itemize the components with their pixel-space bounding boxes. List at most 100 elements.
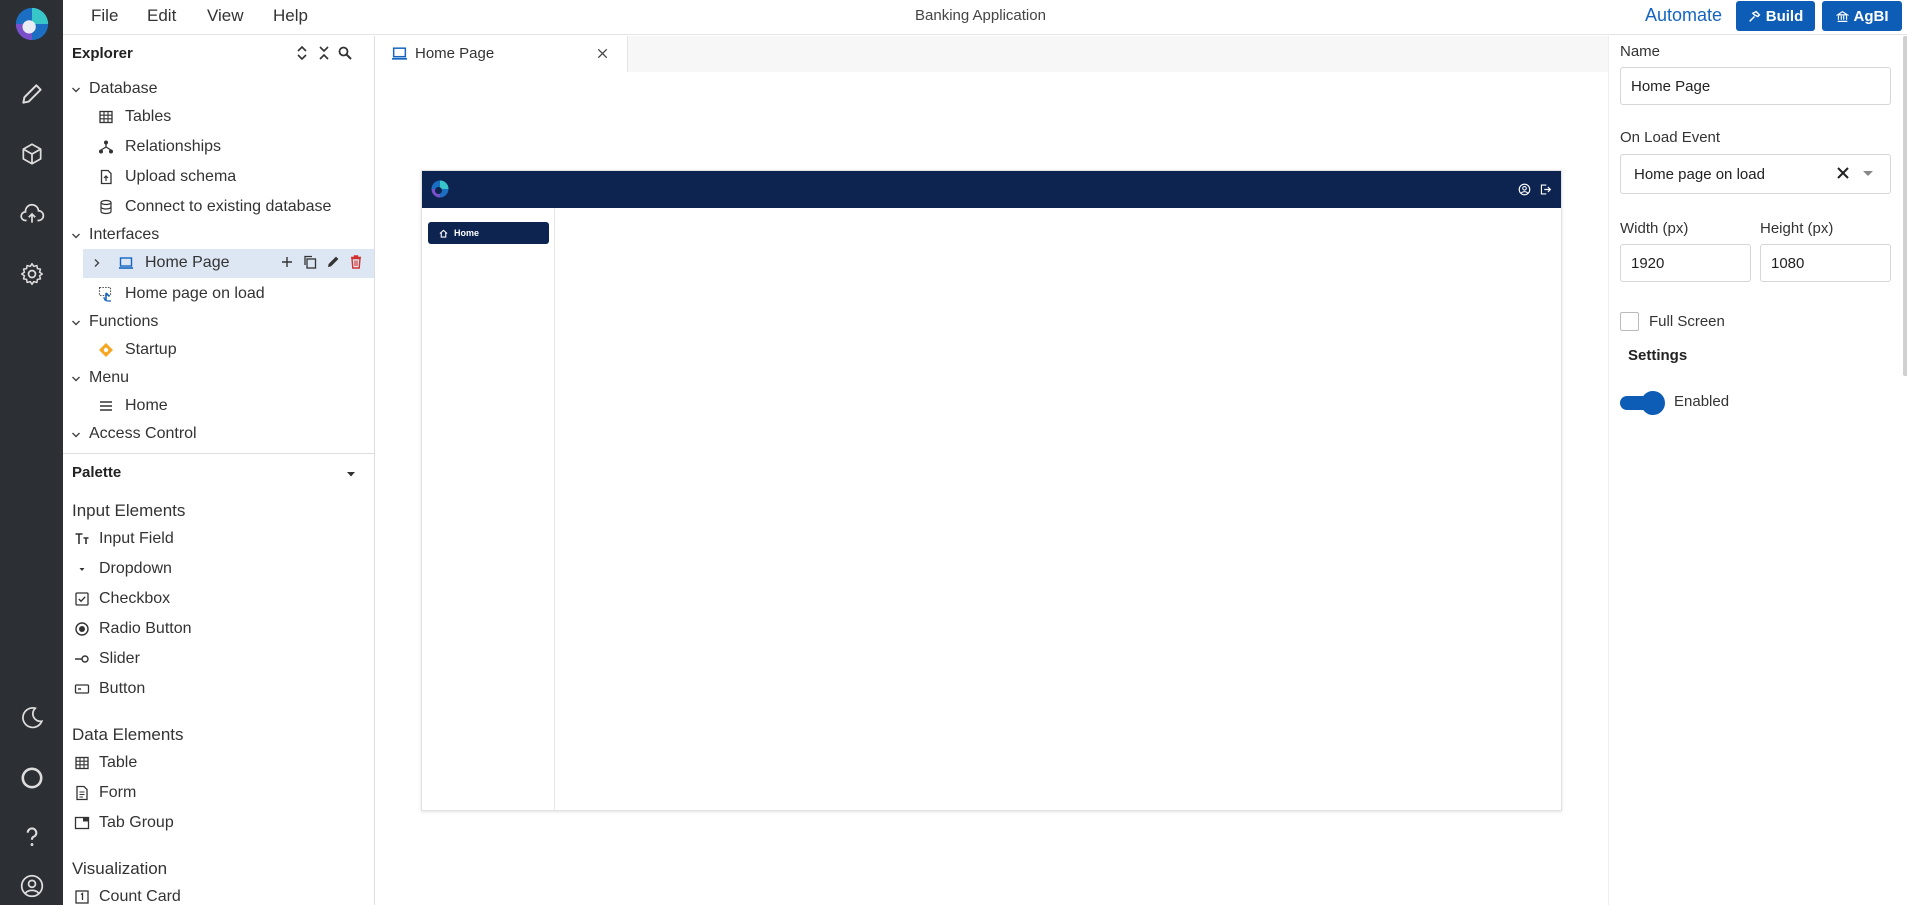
palette-item-button[interactable]: Button — [63, 676, 374, 702]
palette-item-input-field[interactable]: Input Field — [63, 526, 374, 552]
palette-item-radio-button[interactable]: Radio Button — [63, 616, 374, 642]
laptop-icon — [119, 257, 133, 269]
palette-item-dropdown[interactable]: Dropdown — [63, 556, 374, 582]
rail-edit-button[interactable] — [0, 72, 63, 116]
button-icon — [74, 684, 90, 694]
tree-section-interfaces[interactable]: Interfaces — [63, 222, 374, 249]
tree-section-access-control[interactable]: Access Control — [63, 421, 374, 448]
tree-item-menu-home[interactable]: Home — [63, 393, 374, 420]
rail-help-button[interactable] — [0, 815, 63, 859]
tree-item-tables[interactable]: Tables — [63, 104, 374, 131]
tree-item-startup[interactable]: Startup — [63, 337, 374, 364]
name-field[interactable]: Home Page — [1620, 67, 1891, 105]
chevron-down-icon — [72, 320, 80, 326]
question-icon — [26, 827, 37, 846]
palette-item-label: Form — [99, 784, 137, 801]
expand-all-icon[interactable] — [294, 45, 310, 61]
account-circle-icon[interactable] — [1518, 183, 1531, 196]
chevron-down-icon[interactable] — [1862, 170, 1874, 178]
tree-section-menu[interactable]: Menu — [63, 365, 374, 392]
dropdown-caret-icon — [79, 568, 85, 571]
height-field[interactable]: 1080 — [1760, 244, 1891, 282]
tree-item-home-page[interactable]: Home Page — [83, 249, 374, 278]
relationship-icon — [99, 140, 113, 154]
clear-icon[interactable] — [1836, 166, 1850, 180]
edit-icon[interactable] — [325, 254, 341, 270]
toggle-knob — [1641, 391, 1665, 415]
palette-item-label: Button — [99, 680, 146, 697]
palette-item-slider[interactable]: Slider — [63, 646, 374, 672]
menu-edit[interactable]: Edit — [147, 6, 176, 26]
menu-view[interactable]: View — [207, 6, 244, 26]
hammer-icon — [1748, 10, 1761, 22]
build-button[interactable]: Build — [1736, 1, 1815, 31]
chevron-down-icon — [72, 233, 80, 239]
logo-icon — [431, 180, 449, 198]
chevron-right-icon[interactable] — [91, 257, 103, 269]
canvas-nav-home[interactable]: Home — [428, 222, 549, 244]
enabled-toggle[interactable] — [1620, 391, 1666, 415]
tree-item-connect-database[interactable]: Connect to existing database — [63, 194, 374, 221]
tree-section-label: Access Control — [89, 425, 197, 442]
rail-deploy-button[interactable] — [0, 192, 63, 236]
explorer-panel: Explorer Database Tables Relationships U… — [63, 36, 375, 905]
tree-item-upload-schema[interactable]: Upload schema — [63, 164, 374, 191]
palette-item-checkbox[interactable]: Checkbox — [63, 586, 374, 612]
copy-icon[interactable] — [302, 254, 318, 270]
design-canvas[interactable]: Home — [421, 170, 1562, 811]
agbi-button[interactable]: AgBI — [1822, 1, 1902, 31]
palette-item-tab-group[interactable]: Tab Group — [63, 810, 374, 836]
properties-scrollbar[interactable] — [1903, 36, 1907, 376]
tree-section-label: Menu — [89, 369, 130, 386]
chevron-down-icon — [72, 432, 80, 438]
editor-area: Home Page Home — [376, 36, 1608, 905]
app-logo — [0, 2, 63, 46]
ring-icon — [20, 767, 43, 789]
rail-theme-button[interactable] — [0, 696, 63, 740]
palette-item-label: Table — [99, 754, 138, 771]
tree-item-home-page-on-load[interactable]: Home page on load — [63, 281, 374, 308]
properties-panel: Name Home Page On Load Event Home page o… — [1608, 36, 1907, 905]
automate-link[interactable]: Automate — [1645, 5, 1722, 26]
close-icon[interactable] — [595, 46, 610, 61]
tree-section-functions[interactable]: Functions — [63, 309, 374, 336]
palette-title[interactable]: Palette — [72, 464, 121, 481]
search-icon[interactable] — [337, 45, 353, 61]
tab-home-page[interactable]: Home Page — [376, 36, 628, 72]
tree-section-label: Functions — [89, 313, 159, 330]
moon-icon — [21, 707, 43, 729]
account-circle-icon — [20, 874, 43, 898]
palette-item-count-card[interactable]: Count Card — [63, 884, 374, 905]
pencil-icon — [21, 84, 42, 104]
delete-icon[interactable] — [348, 254, 364, 270]
chevron-down-icon — [72, 87, 80, 93]
full-screen-checkbox[interactable] — [1620, 312, 1639, 331]
rail-components-button[interactable] — [0, 132, 63, 176]
add-icon[interactable] — [279, 254, 295, 270]
chevron-down-icon — [72, 376, 80, 382]
palette-item-table[interactable]: Table — [63, 750, 374, 776]
function-icon — [99, 343, 113, 357]
on-load-select[interactable]: Home page on load — [1620, 154, 1891, 194]
logout-icon[interactable] — [1539, 183, 1552, 196]
rail-settings-button[interactable] — [0, 252, 63, 296]
palette-item-form[interactable]: Form — [63, 780, 374, 806]
tree-section-database[interactable]: Database — [63, 76, 374, 103]
tree-item-label: Connect to existing database — [125, 198, 332, 215]
caret-down-icon[interactable] — [345, 468, 357, 480]
tree-section-label: Interfaces — [89, 226, 160, 243]
tree-item-label: Home Page — [145, 254, 230, 271]
palette-item-label: Tab Group — [99, 814, 174, 831]
width-field[interactable]: 1920 — [1620, 244, 1751, 282]
tree-item-relationships[interactable]: Relationships — [63, 134, 374, 161]
explorer-header: Explorer — [63, 36, 374, 69]
rail-status-button[interactable] — [0, 756, 63, 800]
menu-help[interactable]: Help — [273, 6, 308, 26]
palette-group-input-elements: Input Elements — [72, 501, 186, 520]
radio-icon — [75, 622, 89, 636]
collapse-all-icon[interactable] — [316, 45, 332, 61]
menu-file[interactable]: File — [91, 6, 118, 26]
gear-icon — [20, 262, 43, 286]
rail-account-button[interactable] — [0, 864, 63, 905]
full-screen-label: Full Screen — [1649, 313, 1725, 330]
